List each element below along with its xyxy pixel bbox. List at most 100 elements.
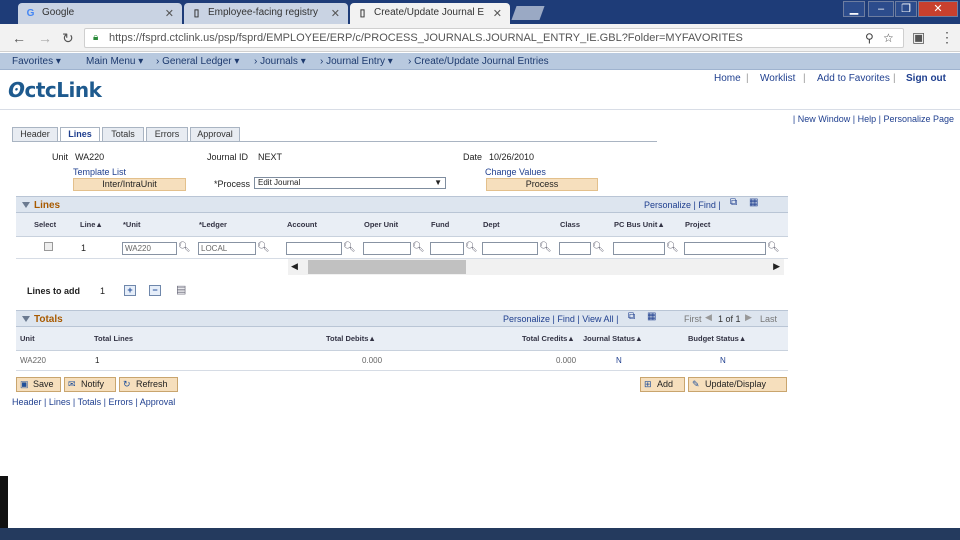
bookmark-star-icon[interactable]: ☆: [883, 31, 894, 45]
lookup-icon[interactable]: 🔍︎: [767, 242, 780, 253]
personalize-page-link[interactable]: Personalize Page: [883, 114, 954, 124]
zoom-grid-icon[interactable]: ⧉: [628, 311, 635, 322]
breadcrumb-journal-entry[interactable]: › Journal Entry ▾: [320, 56, 393, 67]
zoom-icon[interactable]: ⚲: [865, 31, 874, 45]
add-button[interactable]: ⊞ Add: [640, 377, 685, 392]
lookup-icon[interactable]: 🔍︎: [412, 242, 425, 253]
home-link[interactable]: Home: [714, 73, 741, 84]
minimize-icon[interactable]: –: [868, 1, 894, 17]
lines-to-add-input[interactable]: 1: [100, 286, 105, 296]
tab-header[interactable]: Header: [12, 127, 58, 141]
breadcrumb-general-ledger[interactable]: › General Ledger ▾: [156, 56, 239, 67]
help-link[interactable]: Help: [858, 114, 877, 124]
browser-tab-registry[interactable]: ▯ Employee-facing registry ✕: [184, 3, 348, 24]
window-close-icon[interactable]: ✕: [918, 1, 958, 17]
scrollbar-thumb[interactable]: [308, 260, 466, 274]
new-tab-button[interactable]: [511, 6, 545, 20]
bottom-link-approval[interactable]: Approval: [140, 397, 176, 407]
lookup-icon[interactable]: 🔍︎: [666, 242, 679, 253]
zoom-grid-icon[interactable]: ⧉: [730, 197, 737, 208]
process-button[interactable]: Process: [486, 178, 598, 191]
last-link[interactable]: Last: [760, 314, 777, 324]
scroll-right-icon[interactable]: ▶: [773, 261, 780, 272]
col-budget-status[interactable]: Budget Status▲: [688, 334, 746, 343]
journal-status-link[interactable]: N: [616, 356, 622, 365]
refresh-button[interactable]: ↻ Refresh: [119, 377, 178, 392]
page-icon: ▯: [359, 8, 366, 19]
col-line[interactable]: Line▲: [80, 220, 103, 229]
dept-input[interactable]: [482, 242, 538, 255]
select-checkbox[interactable]: [44, 242, 53, 251]
lines-grid-tools[interactable]: Personalize | Find |: [644, 200, 721, 210]
breadcrumb-journals[interactable]: › Journals ▾: [254, 56, 306, 67]
add-to-favorites-link[interactable]: Add to Favorites: [817, 73, 890, 84]
bottom-link-errors[interactable]: Errors: [108, 397, 133, 407]
update-display-button[interactable]: ✎ Update/Display: [688, 377, 787, 392]
lookup-icon[interactable]: 🔍︎: [178, 242, 191, 253]
ledger-input[interactable]: LOCAL: [198, 242, 256, 255]
col-journal-status[interactable]: Journal Status▲: [583, 334, 643, 343]
lookup-icon[interactable]: 🔍︎: [343, 242, 356, 253]
close-icon[interactable]: ✕: [165, 7, 174, 20]
menu-icon[interactable]: ⋮: [940, 29, 954, 46]
tab-lines[interactable]: Lines: [60, 127, 100, 142]
budget-status-link[interactable]: N: [720, 356, 726, 365]
main-menu[interactable]: Main Menu ▾: [86, 56, 143, 67]
worklist-link[interactable]: Worklist: [760, 73, 795, 84]
bottom-link-totals[interactable]: Totals: [78, 397, 102, 407]
sign-out-link[interactable]: Sign out: [906, 73, 946, 84]
horizontal-scrollbar[interactable]: ◀ ▶: [288, 259, 784, 275]
process-select[interactable]: Edit Journal ▼: [254, 177, 446, 189]
class-input[interactable]: [559, 242, 591, 255]
pc-bus-unit-input[interactable]: [613, 242, 665, 255]
favorites-menu[interactable]: Favorites ▾: [12, 56, 61, 67]
tab-approval[interactable]: Approval: [190, 127, 240, 141]
lookup-icon[interactable]: 🔍︎: [257, 242, 270, 253]
bottom-link-lines[interactable]: Lines: [49, 397, 71, 407]
notify-button[interactable]: ✉ Notify: [64, 377, 116, 392]
totals-grid-tools[interactable]: Personalize | Find | View All |: [503, 314, 618, 324]
new-window-link[interactable]: New Window: [798, 114, 851, 124]
back-icon[interactable]: ←: [12, 30, 26, 46]
close-icon[interactable]: ✕: [493, 7, 502, 20]
tab-errors[interactable]: Errors: [146, 127, 188, 141]
project-input[interactable]: [684, 242, 766, 255]
first-link[interactable]: First: [684, 314, 702, 324]
lookup-icon[interactable]: 🔍︎: [539, 242, 552, 253]
reload-icon[interactable]: ↻: [62, 30, 74, 47]
account-input[interactable]: [286, 242, 342, 255]
collapse-icon[interactable]: [22, 202, 30, 208]
url-field[interactable]: 🔒︎ https://fsprd.ctclink.us/psp/fsprd/EM…: [84, 28, 904, 48]
delete-row-icon[interactable]: −: [149, 285, 161, 296]
tab-totals[interactable]: Totals: [102, 127, 144, 141]
save-button[interactable]: ▣ Save: [16, 377, 61, 392]
breadcrumb-create-update[interactable]: › Create/Update Journal Entries: [408, 56, 549, 67]
lookup-icon[interactable]: 🔍︎: [592, 242, 605, 253]
download-grid-icon[interactable]: ▦: [647, 311, 656, 322]
forward-icon[interactable]: →: [38, 30, 52, 46]
add-row-icon[interactable]: +: [124, 285, 136, 296]
browser-tab-journal[interactable]: ▯ Create/Update Journal E ✕: [350, 3, 510, 24]
scroll-left-icon[interactable]: ◀: [291, 261, 298, 272]
template-list-link[interactable]: Template List: [73, 167, 126, 177]
col-total-credits[interactable]: Total Credits▲: [522, 334, 575, 343]
extension-icon[interactable]: ▣: [912, 29, 925, 46]
close-icon[interactable]: ✕: [331, 7, 340, 20]
col-pc-bus-unit[interactable]: PC Bus Unit▲: [614, 220, 665, 229]
prev-icon[interactable]: ◀: [705, 312, 712, 323]
browser-tab-google[interactable]: G Google ✕: [18, 3, 182, 24]
copy-icon[interactable]: ▤: [176, 283, 186, 296]
lookup-icon[interactable]: 🔍︎: [465, 242, 478, 253]
inter-intra-unit-button[interactable]: Inter/IntraUnit: [73, 178, 186, 191]
collapse-icon[interactable]: [22, 316, 30, 322]
unit-input[interactable]: WA220: [122, 242, 177, 255]
oper-unit-input[interactable]: [363, 242, 411, 255]
user-icon[interactable]: ▁: [843, 1, 865, 17]
next-icon[interactable]: ▶: [745, 312, 752, 323]
change-values-link[interactable]: Change Values: [485, 167, 546, 177]
bottom-link-header[interactable]: Header: [12, 397, 42, 407]
maximize-icon[interactable]: ❐: [895, 1, 917, 17]
col-total-debits[interactable]: Total Debits▲: [326, 334, 376, 343]
fund-input[interactable]: [430, 242, 464, 255]
download-grid-icon[interactable]: ▦: [749, 197, 758, 208]
